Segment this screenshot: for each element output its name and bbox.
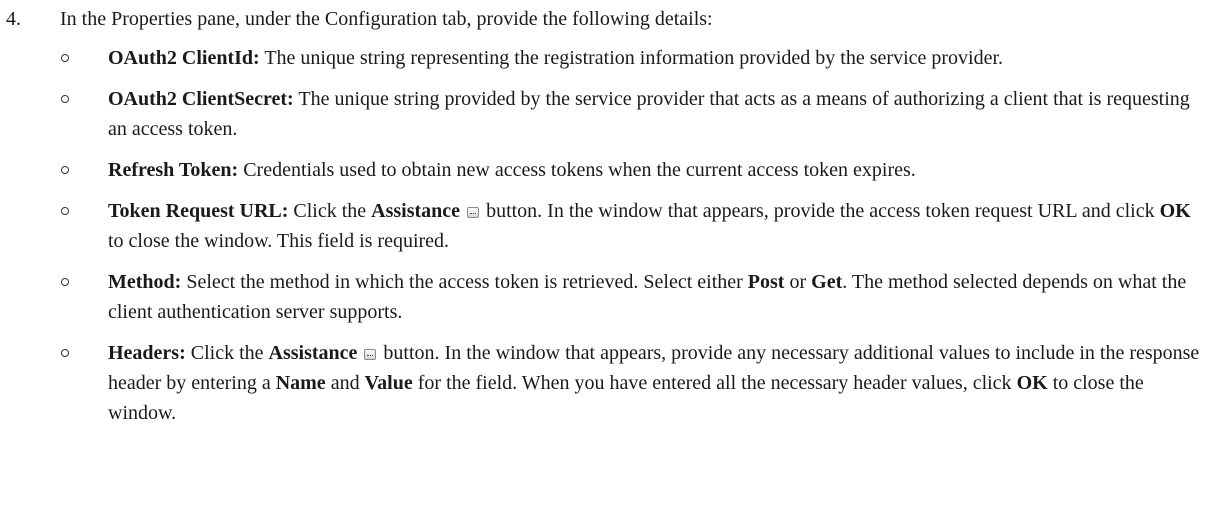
name-label: Name (275, 372, 326, 394)
bullet-icon (61, 95, 69, 103)
assistance-label: Assistance (371, 200, 461, 222)
list-item-method: Method: Select the method in which the a… (60, 267, 1207, 327)
list-item-oauth2-clientsecret: OAuth2 ClientSecret: The unique string p… (60, 84, 1207, 144)
list-item-token-request-url: Token Request URL: Click the Assistance … (60, 196, 1207, 256)
desc-oauth2-clientid: The unique string representing the regis… (259, 47, 1004, 69)
ok-label: OK (1016, 372, 1048, 394)
term-headers: Headers: (108, 342, 186, 364)
post-label: Post (747, 271, 785, 293)
term-token-request-url: Token Request URL: (108, 200, 289, 222)
term-oauth2-clientid: OAuth2 ClientId: (108, 47, 260, 69)
desc-text: button. In the window that appears, prov… (481, 200, 1160, 222)
term-oauth2-clientsecret: OAuth2 ClientSecret: (108, 88, 294, 110)
assistance-button-icon (364, 349, 377, 360)
term-refresh-token: Refresh Token: (108, 159, 239, 181)
desc-text: Click the (288, 200, 372, 222)
details-list: OAuth2 ClientId: The unique string repre… (60, 43, 1207, 428)
list-item-headers: Headers: Click the Assistance button. In… (60, 338, 1207, 428)
value-label: Value (364, 372, 413, 394)
step-intro: In the Properties pane, under the Config… (60, 8, 713, 30)
bullet-icon (61, 349, 69, 357)
ok-label: OK (1159, 200, 1191, 222)
desc-refresh-token: Credentials used to obtain new access to… (238, 159, 916, 181)
desc-text: Select the method in which the access to… (181, 271, 748, 293)
bullet-icon (61, 207, 69, 215)
get-label: Get (811, 271, 843, 293)
assistance-button-icon (467, 207, 480, 218)
desc-text: Click the (185, 342, 269, 364)
step-4: 4. In the Properties pane, under the Con… (0, 0, 1227, 428)
bullet-icon (61, 278, 69, 286)
desc-text: and (325, 372, 365, 394)
desc-text: to close the window. This field is requi… (108, 230, 450, 252)
bullet-icon (61, 166, 69, 174)
desc-text: or (784, 271, 812, 293)
list-item-refresh-token: Refresh Token: Credentials used to obtai… (60, 155, 1207, 185)
desc-text: for the field. When you have entered all… (412, 372, 1017, 394)
assistance-label: Assistance (268, 342, 358, 364)
step-number: 4. (6, 8, 21, 30)
list-item-oauth2-clientid: OAuth2 ClientId: The unique string repre… (60, 43, 1207, 73)
term-method: Method: (108, 271, 182, 293)
bullet-icon (61, 54, 69, 62)
